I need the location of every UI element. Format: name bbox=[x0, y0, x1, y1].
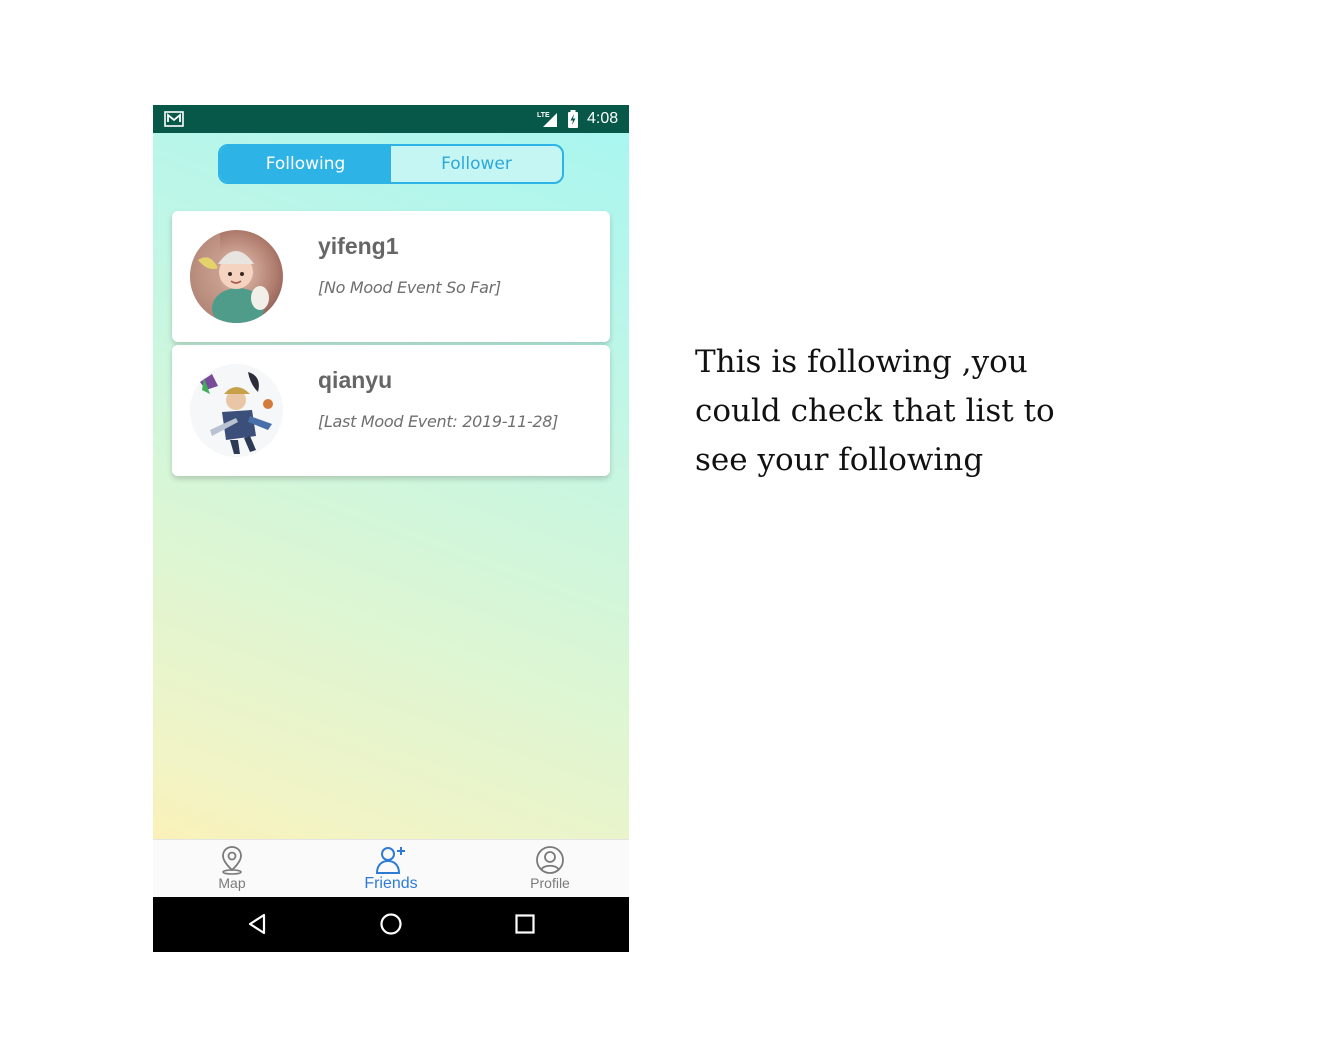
avatar bbox=[190, 230, 283, 323]
status-bar: LTE 4:08 bbox=[153, 105, 629, 133]
battery-charging-icon bbox=[568, 110, 578, 128]
map-pin-icon bbox=[222, 846, 242, 875]
tutorial-caption: This is following ,you could check that … bbox=[695, 344, 1055, 478]
nav-map-label: Map bbox=[218, 875, 246, 891]
nav-profile-label: Profile bbox=[530, 875, 570, 891]
lte-signal-icon: LTE bbox=[537, 112, 557, 127]
system-navigation-bar bbox=[153, 897, 629, 952]
back-icon[interactable] bbox=[246, 912, 268, 936]
status-clock: 4:08 bbox=[587, 110, 619, 127]
friend-name: qianyu bbox=[318, 367, 393, 393]
svg-text:LTE: LTE bbox=[537, 112, 550, 119]
phone-screen: LTE 4:08 Following Follower yifeng1 [No … bbox=[153, 105, 629, 952]
avatar bbox=[190, 364, 283, 457]
friend-card[interactable]: qianyu [Last Mood Event: 2019-11-28] bbox=[172, 345, 610, 476]
tab-follower[interactable]: Follower bbox=[391, 146, 562, 182]
nav-map[interactable]: Map bbox=[172, 840, 292, 898]
friend-card[interactable]: yifeng1 [No Mood Event So Far] bbox=[172, 211, 610, 342]
following-follower-toggle: Following Follower bbox=[218, 144, 564, 184]
bottom-navigation: Map Friends Profile bbox=[153, 839, 629, 897]
friend-mood-status: [No Mood Event So Far] bbox=[318, 278, 501, 297]
recents-icon[interactable] bbox=[514, 912, 536, 936]
friends-content: Following Follower yifeng1 [No Mood Even… bbox=[153, 133, 629, 839]
add-friend-icon bbox=[375, 847, 405, 874]
friend-mood-status: [Last Mood Event: 2019-11-28] bbox=[318, 412, 559, 431]
nav-friends-label: Friends bbox=[364, 875, 418, 892]
mail-icon bbox=[164, 111, 184, 127]
nav-profile[interactable]: Profile bbox=[490, 840, 610, 898]
profile-icon bbox=[536, 846, 564, 874]
nav-friends[interactable]: Friends bbox=[331, 840, 451, 898]
home-icon[interactable] bbox=[379, 912, 403, 936]
tab-following[interactable]: Following bbox=[220, 146, 391, 182]
friend-name: yifeng1 bbox=[318, 233, 399, 259]
